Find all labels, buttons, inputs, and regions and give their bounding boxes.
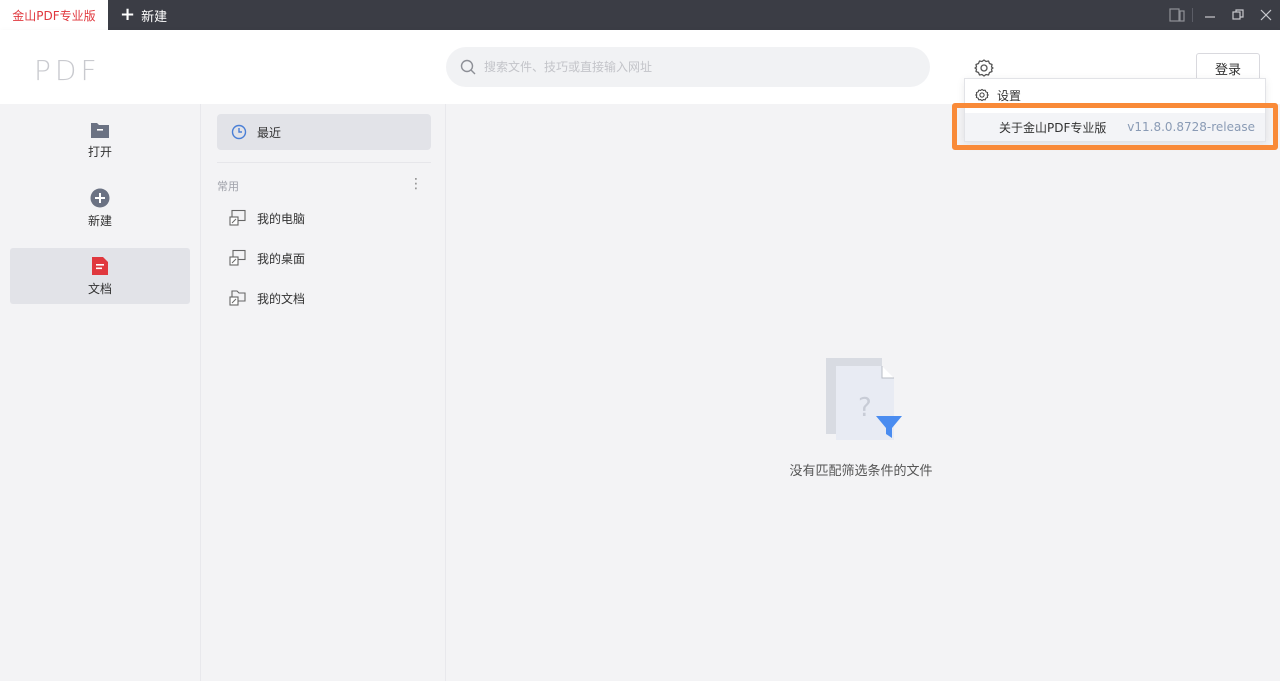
pdf-logo: PDF xyxy=(34,54,101,87)
nav-new[interactable]: 新建 xyxy=(10,180,190,236)
recent-label: 最近 xyxy=(257,125,282,140)
minimize-button[interactable] xyxy=(1200,0,1220,30)
divider xyxy=(217,162,431,163)
location-panel: 最近 常用 ⋮ 我的电脑 我的桌面 我的文档 xyxy=(200,104,446,681)
gear-icon xyxy=(975,88,989,102)
desktop-icon xyxy=(229,249,246,266)
nav-open-label: 打开 xyxy=(87,144,112,159)
restore-icon xyxy=(1232,9,1244,20)
highlight-box xyxy=(952,103,1278,150)
recent-item[interactable]: 最近 xyxy=(217,114,431,150)
plus-circle-icon xyxy=(90,188,110,207)
document-icon xyxy=(92,256,108,275)
settings-gear-button[interactable] xyxy=(974,58,994,78)
empty-state-text: 没有匹配筛选条件的文件 xyxy=(789,464,933,479)
location-my-desktop[interactable]: 我的桌面 xyxy=(229,246,305,270)
title-separator xyxy=(1192,8,1193,22)
computer-icon xyxy=(229,209,246,226)
location-label: 我的桌面 xyxy=(257,251,306,266)
folder-icon xyxy=(91,122,109,138)
plus-icon: + xyxy=(120,4,136,25)
nav-new-label: 新建 xyxy=(87,213,112,228)
menu-item-settings-label: 设置 xyxy=(997,88,1022,103)
documents-folder-icon xyxy=(229,290,246,306)
new-tab-label: 新建 xyxy=(141,9,168,25)
tab-label: 金山PDF专业版 xyxy=(12,8,96,23)
mobile-icon[interactable] xyxy=(1166,0,1188,30)
title-bar: 金山PDF专业版 + 新建 xyxy=(0,0,1280,30)
section-label: 常用 xyxy=(217,180,239,193)
tab-kingsoft-pdf[interactable]: 金山PDF专业版 xyxy=(0,0,108,30)
gear-icon xyxy=(974,59,994,77)
search-input[interactable] xyxy=(484,60,904,74)
more-options-icon[interactable]: ⋮ xyxy=(409,176,423,192)
location-my-documents[interactable]: 我的文档 xyxy=(229,286,305,310)
location-label: 我的文档 xyxy=(257,291,306,306)
restore-button[interactable] xyxy=(1228,0,1248,30)
location-my-computer[interactable]: 我的电脑 xyxy=(229,206,305,230)
location-label: 我的电脑 xyxy=(257,211,306,226)
file-list-area: ? 没有匹配筛选条件的文件 xyxy=(446,104,1280,681)
svg-text:?: ? xyxy=(858,393,872,423)
nav-open[interactable]: 打开 xyxy=(10,112,190,168)
nav-documents-label: 文档 xyxy=(87,281,112,296)
close-icon xyxy=(1260,9,1272,21)
search-bar[interactable] xyxy=(446,47,930,87)
nav-documents[interactable]: 文档 xyxy=(10,248,190,304)
left-nav: 打开 新建 文档 xyxy=(0,104,200,681)
close-button[interactable] xyxy=(1256,0,1276,30)
no-files-illustration-icon: ? xyxy=(826,358,902,440)
minimize-icon xyxy=(1205,16,1215,18)
clock-icon xyxy=(231,124,247,140)
search-icon xyxy=(460,59,476,75)
new-tab-button[interactable]: + 新建 xyxy=(120,0,167,30)
